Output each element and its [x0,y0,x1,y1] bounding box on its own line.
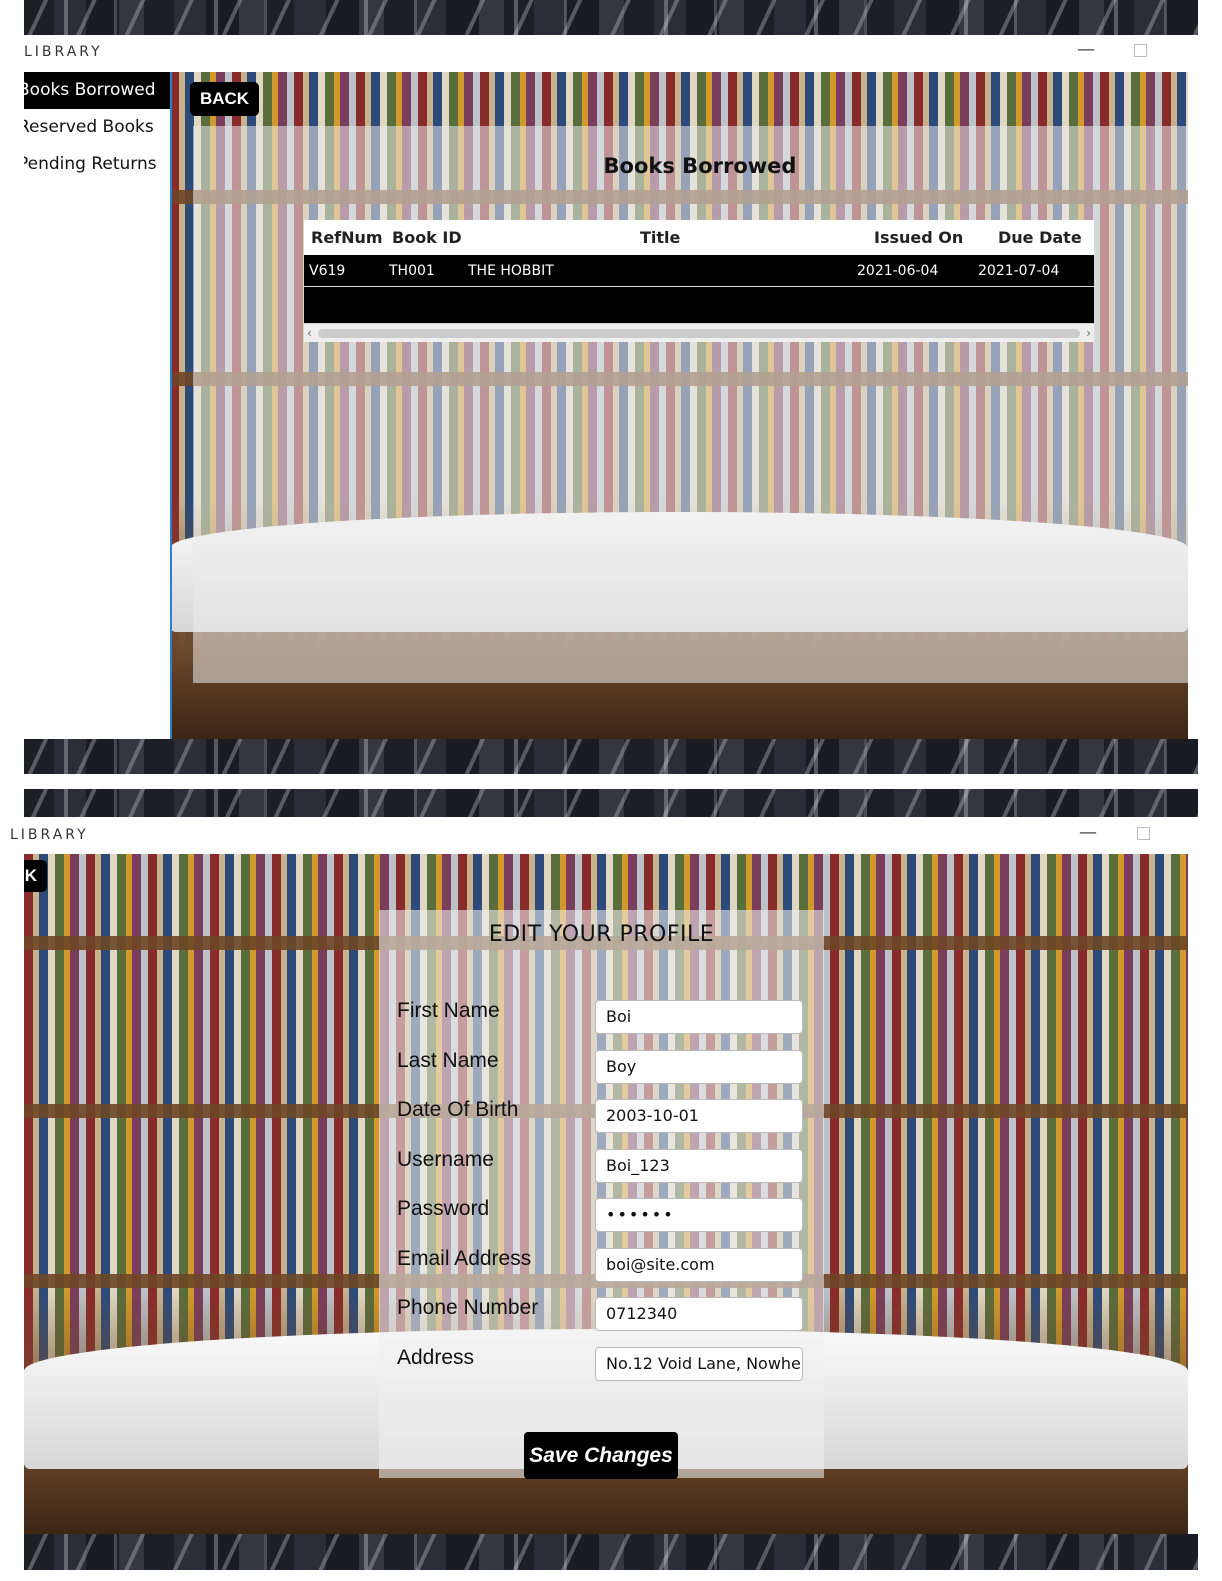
password-field[interactable]: •••••• [595,1198,803,1232]
sidebar: Books Borrowed Reserved Books Pending Re… [24,72,172,739]
column-header[interactable]: RefNum [311,228,383,247]
phone-number-label: Phone Number [397,1296,539,1319]
back-button[interactable]: BACK [24,860,47,892]
scroll-left-icon[interactable]: ‹ [307,324,312,342]
address-field[interactable]: No.12 Void Lane, Nowhere [595,1347,803,1381]
form-title: EDIT YOUR PROFILE [488,922,715,947]
table-row[interactable]: V619 TH001 THE HOBBIT 2021-06-04 2021-07… [304,255,1094,287]
back-button-clip: BACK [24,860,47,892]
city-banner-top [24,789,1198,817]
window-titlebar[interactable]: LIBRARY — [24,35,1198,71]
table-header: RefNum Book ID Title Issued On Due Date [304,220,1094,255]
minimize-icon[interactable]: — [1077,39,1095,60]
username-field[interactable]: Boi_123 [595,1149,803,1183]
cell-due-date: 2021-07-04 [978,263,1060,279]
sidebar-item-reserved-books[interactable]: Reserved Books [24,109,170,146]
last-name-field[interactable]: Boy [595,1050,803,1084]
save-changes-button[interactable]: Save Changes [524,1432,678,1479]
address-label: Address [397,1346,475,1369]
maximize-icon[interactable] [1134,44,1147,57]
city-banner-top [24,0,1198,35]
column-header[interactable]: Due Date [998,228,1082,247]
first-name-field[interactable]: Boi [595,1000,803,1034]
sidebar-item-books-borrowed[interactable]: Books Borrowed [24,72,170,109]
last-name-label: Last Name [397,1049,499,1072]
phone-number-field[interactable]: 0712340 [595,1297,803,1331]
sidebar-item-pending-returns[interactable]: Pending Returns [24,146,170,183]
page-title: Books Borrowed [603,154,797,178]
cell-issued-on: 2021-06-04 [857,263,939,279]
cell-title: THE HOBBIT [468,263,554,279]
content-panel [193,126,1188,683]
column-header[interactable]: Title [640,228,680,247]
column-header[interactable]: Book ID [392,228,462,247]
username-label: Username [397,1148,494,1171]
email-label: Email Address [397,1247,532,1270]
sidebar-item-label: Pending Returns [24,154,157,174]
edit-profile-form: EDIT YOUR PROFILE First Name Boi Last Na… [379,910,824,1479]
minimize-icon[interactable]: — [1079,822,1097,843]
date-of-birth-label: Date Of Birth [397,1098,519,1121]
city-banner-bottom [24,739,1198,774]
scroll-thumb[interactable] [318,329,1080,338]
first-name-label: First Name [397,999,500,1022]
scroll-right-icon[interactable]: › [1086,324,1091,342]
cell-book-id: TH001 [389,263,435,279]
email-field[interactable]: boi@site.com [595,1248,803,1282]
maximize-icon[interactable] [1137,827,1150,840]
date-of-birth-field[interactable]: 2003-10-01 [595,1099,803,1133]
back-button[interactable]: BACK [190,82,259,116]
column-header[interactable]: Issued On [874,228,963,247]
city-banner-bottom [24,1534,1198,1570]
borrowed-books-table: RefNum Book ID Title Issued On Due Date … [304,220,1094,342]
sidebar-item-label: Books Borrowed [24,80,156,100]
horizontal-scrollbar[interactable]: ‹ › [304,323,1094,342]
cell-refnum: V619 [309,263,346,279]
app-title: LIBRARY [24,44,103,60]
sidebar-item-label: Reserved Books [24,117,154,137]
password-label: Password [397,1197,490,1220]
app-title: LIBRARY [10,827,89,843]
table-body: V619 TH001 THE HOBBIT 2021-06-04 2021-07… [304,255,1094,323]
window-titlebar[interactable]: LIBRARY — [10,818,1198,854]
